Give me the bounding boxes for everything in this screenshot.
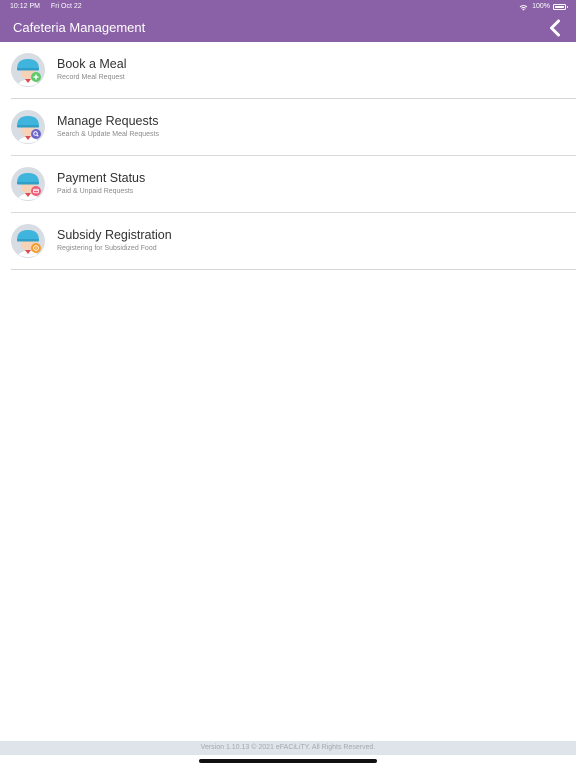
chevron-left-icon [550,19,560,37]
menu-item-manage-requests[interactable]: Manage Requests Search & Update Meal Req… [0,99,576,156]
menu-item-title: Payment Status [57,171,146,185]
chef-subsidy-icon [11,224,45,258]
status-left: 10:12 PM Fri Oct 22 [10,0,91,14]
menu-item-subtitle: Record Meal Request [57,74,125,81]
menu-item-subsidy-registration[interactable]: Subsidy Registration Registering for Sub… [0,213,576,270]
menu-item-subtitle: Paid & Unpaid Requests [57,188,134,195]
nav-bar: Cafeteria Management [0,14,576,42]
menu-list: Book a Meal Record Meal Request Manage R… [0,42,576,270]
back-button[interactable] [544,17,566,39]
footer-text: Version 1.10.13 © 2021 eFACiLiTY. All Ri… [200,744,376,751]
battery-percent: 100% [532,3,550,10]
menu-item-payment-status[interactable]: Payment Status Paid & Unpaid Requests [0,156,576,213]
page-title: Cafeteria Management [13,20,146,35]
menu-item-book-a-meal[interactable]: Book a Meal Record Meal Request [0,42,576,99]
wifi-icon [519,4,528,11]
status-date: Fri Oct 22 [50,3,82,10]
menu-item-title: Book a Meal [57,57,127,71]
menu-item-title: Subsidy Registration [57,228,172,242]
chef-add-icon [11,53,45,87]
menu-item-title: Manage Requests [57,114,159,128]
menu-item-subtitle: Search & Update Meal Requests [57,131,159,138]
home-indicator[interactable] [199,759,377,763]
status-time: 10:12 PM [10,3,40,10]
status-right: 100% [519,0,568,14]
menu-item-subtitle: Registering for Subsidized Food [57,245,157,252]
chef-search-icon [11,110,45,144]
battery-full-icon [553,4,568,10]
status-bar: 10:12 PM Fri Oct 22 100% [0,0,576,14]
divider [11,269,576,270]
footer: Version 1.10.13 © 2021 eFACiLiTY. All Ri… [0,741,576,755]
chef-payment-icon [11,167,45,201]
